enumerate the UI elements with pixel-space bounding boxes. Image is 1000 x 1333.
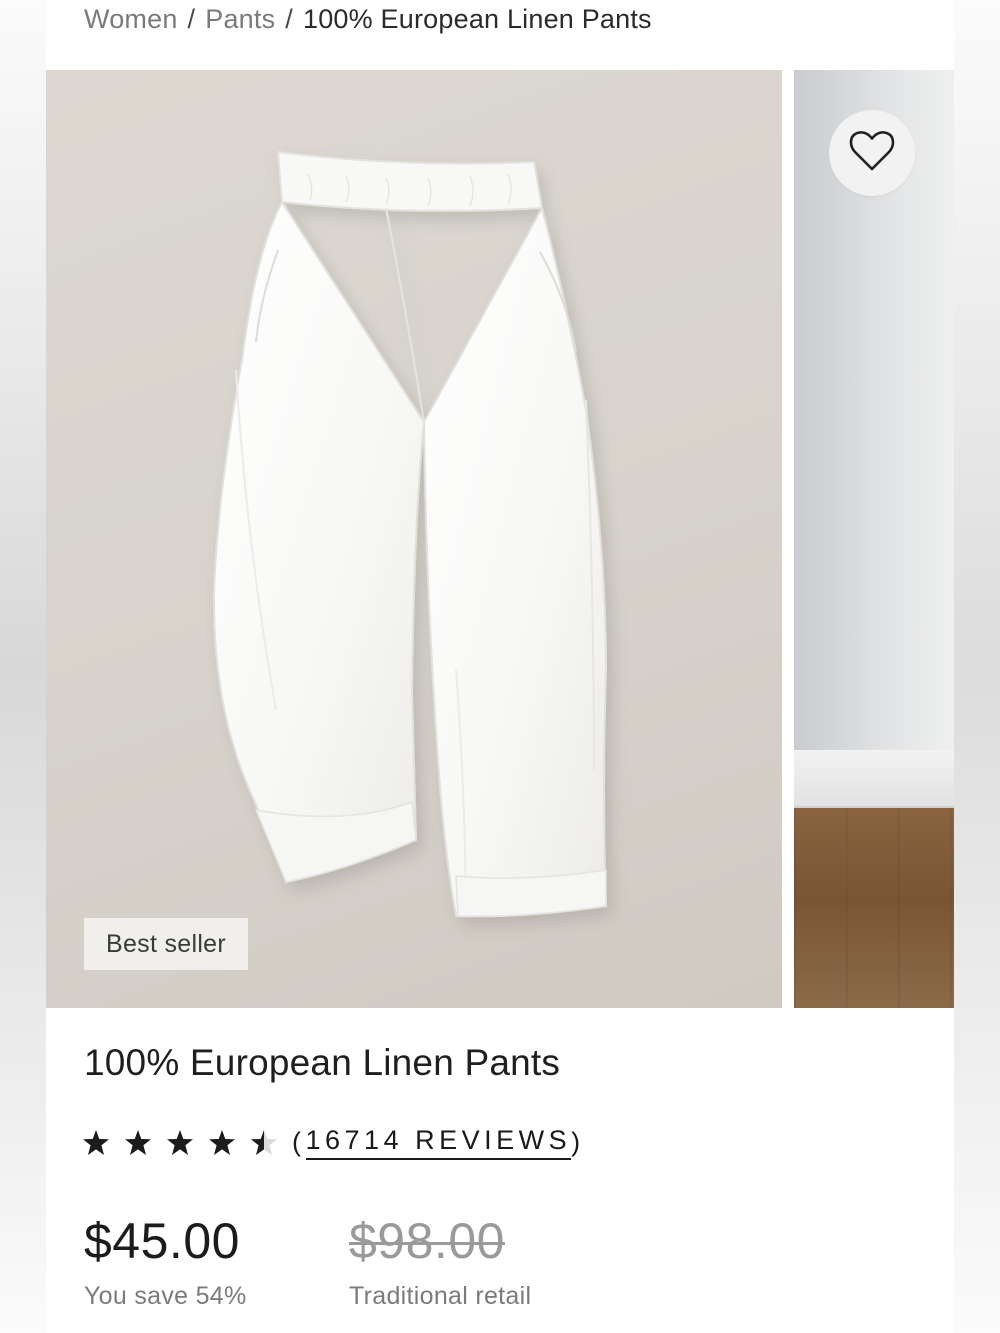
reviews-open-paren: ( [292, 1126, 306, 1157]
breadcrumb-current: 100% European Linen Pants [303, 4, 652, 34]
star-full-icon [82, 1129, 110, 1156]
breadcrumb-separator: / [285, 4, 293, 34]
breadcrumb: Women / Pants / 100% European Linen Pant… [84, 4, 652, 35]
savings-text: You save 54% [84, 1282, 247, 1310]
reviews-link[interactable]: 16714 REVIEWS [305, 1125, 572, 1160]
right-gutter [954, 0, 1000, 1333]
reviews-close-paren: ) [571, 1126, 585, 1157]
star-full-icon [124, 1129, 152, 1156]
star-full-icon [208, 1129, 236, 1156]
reviews-count: ( 16714 REVIEWS ) [292, 1125, 585, 1160]
original-price-block: $98.00 Traditional retail [349, 1212, 531, 1311]
breadcrumb-separator: / [187, 4, 196, 34]
product-title: 100% European Linen Pants [84, 1042, 561, 1083]
breadcrumb-item-women[interactable]: Women [84, 4, 178, 35]
heart-icon [849, 130, 895, 177]
original-price: $98.00 [349, 1213, 505, 1269]
product-image-main[interactable]: Best seller [46, 70, 782, 1008]
star-rating [82, 1129, 278, 1156]
linen-pants-illustration [212, 150, 608, 918]
best-seller-badge: Best seller [84, 918, 248, 970]
image-gallery[interactable]: Best seller [46, 70, 954, 1008]
favorite-button[interactable] [829, 110, 915, 196]
left-gutter [0, 0, 46, 1333]
product-image-next[interactable] [794, 70, 954, 1008]
traditional-retail-label: Traditional retail [349, 1282, 532, 1310]
star-half-icon [250, 1129, 278, 1156]
breadcrumb-item-pants[interactable]: Pants [205, 4, 275, 35]
product-page: Women / Pants / 100% European Linen Pant… [46, 0, 954, 1333]
rating-summary: ( 16714 REVIEWS ) [82, 1120, 585, 1164]
star-full-icon [166, 1129, 194, 1156]
current-price-block: $45.00 You save 54% [84, 1212, 247, 1311]
current-price: $45.00 [84, 1213, 240, 1269]
